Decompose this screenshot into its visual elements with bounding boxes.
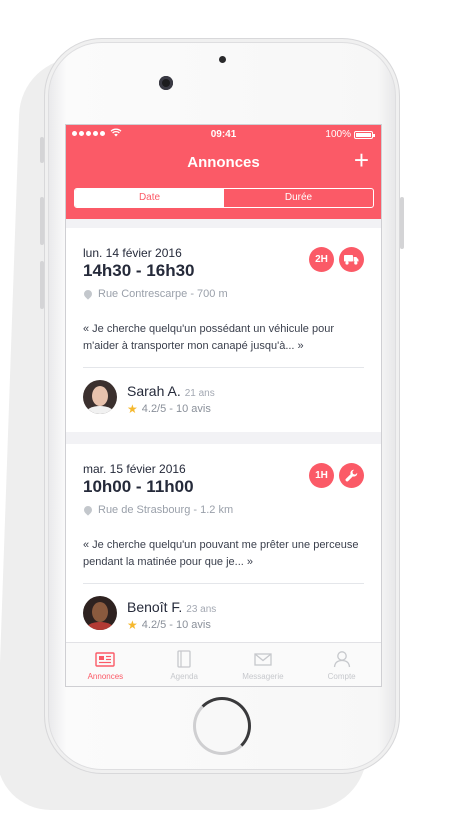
user-name: Sarah A.: [127, 383, 181, 399]
listing-location: Rue Contrescarpe - 700 m: [82, 288, 228, 300]
avatar-face: [92, 386, 108, 406]
rating-text: 4.2/5 - 10 avis: [141, 619, 211, 631]
location-pin-icon: [82, 288, 94, 300]
tab-bar: Annonces Agenda Messagerie Compte: [66, 642, 381, 686]
listing-card[interactable]: mar. 15 févier 2016 10h00 - 11h00 Rue de…: [66, 444, 381, 654]
avatar-face: [92, 602, 108, 622]
front-camera: [159, 76, 173, 90]
page-title: Annonces: [187, 154, 260, 171]
truck-icon[interactable]: [339, 247, 364, 272]
user-name-row: Benoît F. 23 ans: [127, 599, 216, 615]
listing-hours: 10h00 - 11h00: [83, 477, 194, 496]
listing-quote: « Je cherche quelqu'un possédant un véhi…: [83, 323, 335, 352]
card-divider: [83, 367, 364, 368]
user-name: Benoît F.: [127, 599, 183, 615]
newspaper-icon: [95, 649, 116, 669]
status-bar: 09:41 100%: [66, 125, 381, 145]
tab-label: Compte: [327, 672, 356, 681]
volume-down-button: [40, 261, 44, 309]
card-divider: [83, 583, 364, 584]
plus-icon: +: [353, 145, 369, 175]
location-text: Rue Contrescarpe - 700 m: [98, 288, 228, 300]
volume-up-button: [40, 197, 44, 245]
avatar-shoulders: [86, 406, 114, 414]
add-button[interactable]: +: [354, 147, 369, 173]
wrench-icon[interactable]: [339, 463, 364, 488]
home-button[interactable]: [193, 697, 251, 755]
app-header: 09:41 100% Annonces + Date Durée: [66, 125, 381, 219]
listing-location: Rue de Strasbourg - 1.2 km: [82, 504, 234, 516]
tab-annonces[interactable]: Annonces: [66, 643, 145, 686]
duration-badge: 2H: [309, 247, 334, 272]
user-rating: ★ 4.2/5 - 10 avis: [127, 618, 211, 632]
mute-switch: [40, 137, 44, 163]
tab-messagerie[interactable]: Messagerie: [224, 643, 303, 686]
app-screen: 09:41 100% Annonces + Date Durée lun. 14…: [65, 124, 382, 687]
tab-label: Agenda: [170, 672, 198, 681]
segment-duree[interactable]: Durée: [224, 189, 373, 207]
battery-icon: [354, 131, 375, 139]
tab-label: Annonces: [87, 672, 124, 681]
user-icon: [333, 649, 351, 669]
star-icon: ★: [127, 402, 138, 416]
user-age: 21 ans: [184, 388, 215, 399]
power-button: [400, 197, 404, 249]
avatar[interactable]: [83, 380, 117, 414]
battery-percent: 100%: [325, 129, 351, 140]
listing-date: lun. 14 févier 2016: [83, 246, 182, 260]
avatar[interactable]: [83, 596, 117, 630]
rating-text: 4.2/5 - 10 avis: [141, 403, 211, 415]
star-icon: ★: [127, 618, 138, 632]
duration-badge: 1H: [309, 463, 334, 488]
user-age: 23 ans: [186, 604, 217, 615]
tab-compte[interactable]: Compte: [302, 643, 381, 686]
envelope-icon: [254, 649, 272, 669]
tab-agenda[interactable]: Agenda: [145, 643, 224, 686]
agenda-icon: [177, 649, 191, 669]
location-pin-icon: [82, 504, 94, 516]
segment-date[interactable]: Date: [75, 189, 224, 207]
sort-segmented-control: Date Durée: [74, 188, 374, 208]
listing-date: mar. 15 févier 2016: [83, 462, 186, 476]
listing-quote: « Je cherche quelqu'un pouvant me prêter…: [83, 539, 359, 568]
speaker-dot: [219, 56, 226, 63]
listing-card[interactable]: lun. 14 févier 2016 14h30 - 16h30 Rue Co…: [66, 228, 381, 432]
user-name-row: Sarah A. 21 ans: [127, 383, 215, 399]
avatar-shoulders: [86, 622, 114, 630]
user-rating: ★ 4.2/5 - 10 avis: [127, 402, 211, 416]
listing-hours: 14h30 - 16h30: [83, 261, 195, 280]
location-text: Rue de Strasbourg - 1.2 km: [98, 504, 234, 516]
tab-label: Messagerie: [242, 672, 284, 681]
